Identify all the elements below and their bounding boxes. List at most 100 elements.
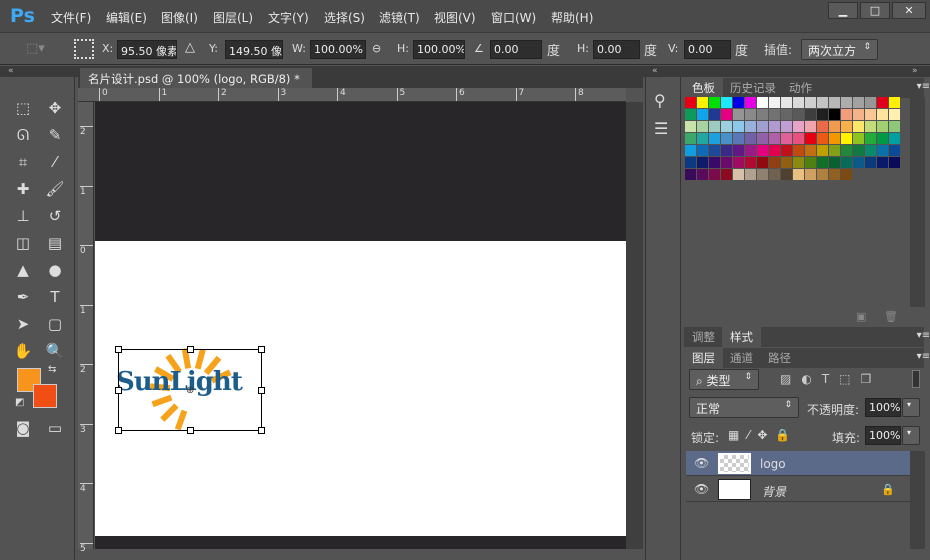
crop-tool-icon[interactable]: ⌗ bbox=[12, 151, 34, 173]
color-swatch[interactable] bbox=[757, 169, 768, 180]
layer-row-logo[interactable]: 👁 logo bbox=[686, 451, 910, 476]
color-swatch[interactable] bbox=[685, 133, 696, 144]
interpolation-select[interactable]: 两次立方 ⇕ bbox=[801, 39, 878, 60]
color-swatch[interactable] bbox=[757, 109, 768, 120]
lock-all-icon[interactable]: 🔒 bbox=[775, 428, 798, 442]
color-swatch[interactable] bbox=[781, 169, 792, 180]
color-swatch[interactable] bbox=[721, 121, 732, 132]
color-swatch[interactable] bbox=[769, 145, 780, 156]
color-swatch[interactable] bbox=[889, 145, 900, 156]
color-swatch[interactable] bbox=[817, 169, 828, 180]
tab-swatches[interactable]: 色板 bbox=[684, 78, 723, 98]
menu-help[interactable]: 帮助(H) bbox=[551, 9, 593, 26]
color-swatch[interactable] bbox=[757, 133, 768, 144]
color-swatch[interactable] bbox=[829, 121, 840, 132]
color-swatch[interactable] bbox=[733, 133, 744, 144]
color-swatch[interactable] bbox=[769, 169, 780, 180]
close-button[interactable]: ✕ bbox=[892, 2, 926, 19]
color-swatch[interactable] bbox=[889, 109, 900, 120]
visibility-eye-icon[interactable]: 👁 bbox=[694, 456, 709, 470]
color-swatch[interactable] bbox=[865, 145, 876, 156]
color-swatch[interactable] bbox=[853, 145, 864, 156]
color-swatch[interactable] bbox=[745, 97, 756, 108]
menu-image[interactable]: 图像(I) bbox=[161, 9, 198, 26]
menu-window[interactable]: 窗口(W) bbox=[491, 9, 536, 26]
tab-styles[interactable]: 样式 bbox=[722, 327, 761, 347]
vertical-scrollbar[interactable] bbox=[626, 102, 643, 549]
color-swatch[interactable] bbox=[805, 97, 816, 108]
move-tool-icon[interactable]: ✥ bbox=[44, 97, 66, 119]
color-swatch[interactable] bbox=[877, 145, 888, 156]
color-swatch[interactable] bbox=[733, 169, 744, 180]
color-swatch[interactable] bbox=[829, 133, 840, 144]
tab-adjustments[interactable]: 调整 bbox=[684, 327, 723, 347]
color-swatch[interactable] bbox=[709, 97, 720, 108]
tool-presets-icon[interactable]: ☰ bbox=[654, 119, 668, 138]
color-swatch[interactable] bbox=[865, 121, 876, 132]
color-swatch[interactable] bbox=[841, 169, 852, 180]
shape-tool-icon[interactable]: ▢ bbox=[44, 313, 66, 335]
color-swatch[interactable] bbox=[829, 169, 840, 180]
dodge-tool-icon[interactable]: ● bbox=[44, 259, 66, 281]
color-swatch[interactable] bbox=[865, 133, 876, 144]
color-swatch[interactable] bbox=[781, 121, 792, 132]
panel-menu-icon[interactable]: ▾≡ bbox=[917, 351, 930, 362]
layer-name[interactable]: logo bbox=[760, 457, 786, 471]
color-swatch[interactable] bbox=[841, 133, 852, 144]
color-swatch[interactable] bbox=[889, 97, 900, 108]
path-select-tool-icon[interactable]: ➤ bbox=[12, 313, 34, 335]
color-swatch[interactable] bbox=[697, 97, 708, 108]
fill-input[interactable]: 100% bbox=[865, 426, 901, 445]
color-swatch[interactable] bbox=[757, 145, 768, 156]
color-swatch[interactable] bbox=[721, 97, 732, 108]
color-swatch[interactable] bbox=[877, 97, 888, 108]
blend-mode-select[interactable]: 正常 ⇕ bbox=[689, 397, 799, 418]
color-swatch[interactable] bbox=[841, 97, 852, 108]
color-swatch[interactable] bbox=[841, 145, 852, 156]
minimize-button[interactable]: ▁ bbox=[828, 2, 858, 19]
relative-position-icon[interactable]: △ bbox=[185, 40, 195, 55]
quick-mask-icon[interactable]: ◙ bbox=[12, 417, 34, 439]
color-swatch[interactable] bbox=[733, 157, 744, 168]
color-swatch[interactable] bbox=[769, 97, 780, 108]
width-input[interactable]: 100.00% bbox=[310, 40, 366, 59]
color-swatch[interactable] bbox=[745, 121, 756, 132]
panel-menu-icon[interactable]: ▾≡ bbox=[917, 81, 930, 92]
color-swatch[interactable] bbox=[781, 109, 792, 120]
tab-channels[interactable]: 通道 bbox=[722, 348, 761, 368]
history-brush-icon[interactable]: ↺ bbox=[44, 205, 66, 227]
menu-select[interactable]: 选择(S) bbox=[324, 9, 365, 26]
color-swatch[interactable] bbox=[853, 97, 864, 108]
filter-smart-icon[interactable]: ❐ bbox=[861, 372, 882, 386]
filter-pixel-icon[interactable]: ▨ bbox=[780, 372, 801, 386]
hskew-input[interactable]: 0.00 bbox=[593, 40, 640, 59]
visibility-eye-icon[interactable]: 👁 bbox=[694, 482, 709, 496]
color-swatch[interactable] bbox=[793, 109, 804, 120]
color-swatch[interactable] bbox=[685, 169, 696, 180]
new-swatch-icon[interactable]: ▣ bbox=[856, 310, 866, 323]
transform-center-icon[interactable]: ⊕ bbox=[186, 385, 194, 396]
color-swatch[interactable] bbox=[709, 157, 720, 168]
document-tab[interactable]: 名片设计.psd @ 100% (logo, RGB/8) * × bbox=[80, 68, 312, 101]
color-swatch[interactable] bbox=[889, 121, 900, 132]
opacity-input[interactable]: 100% bbox=[865, 398, 901, 417]
color-swatch[interactable] bbox=[829, 145, 840, 156]
color-swatch[interactable] bbox=[793, 133, 804, 144]
color-swatch[interactable] bbox=[685, 97, 696, 108]
color-swatch[interactable] bbox=[817, 97, 828, 108]
move-tool-preset-icon[interactable]: ⬚▾ bbox=[26, 41, 45, 56]
opacity-dropdown[interactable]: ▾ bbox=[902, 398, 920, 417]
healing-brush-icon[interactable]: ✚ bbox=[12, 178, 34, 200]
color-swatch[interactable] bbox=[865, 157, 876, 168]
color-swatch[interactable] bbox=[877, 133, 888, 144]
color-swatch[interactable] bbox=[697, 121, 708, 132]
color-swatch[interactable] bbox=[877, 109, 888, 120]
blur-tool-icon[interactable]: ▲ bbox=[12, 259, 34, 281]
color-swatch[interactable] bbox=[805, 145, 816, 156]
color-swatch[interactable] bbox=[697, 133, 708, 144]
color-swatch[interactable] bbox=[697, 145, 708, 156]
brush-presets-icon[interactable]: ⚲ bbox=[654, 91, 666, 110]
panel-menu-icon[interactable]: ▾≡ bbox=[917, 330, 930, 341]
transform-bounding-box[interactable]: ⊕ bbox=[115, 346, 265, 434]
type-tool-icon[interactable]: T bbox=[44, 286, 66, 308]
